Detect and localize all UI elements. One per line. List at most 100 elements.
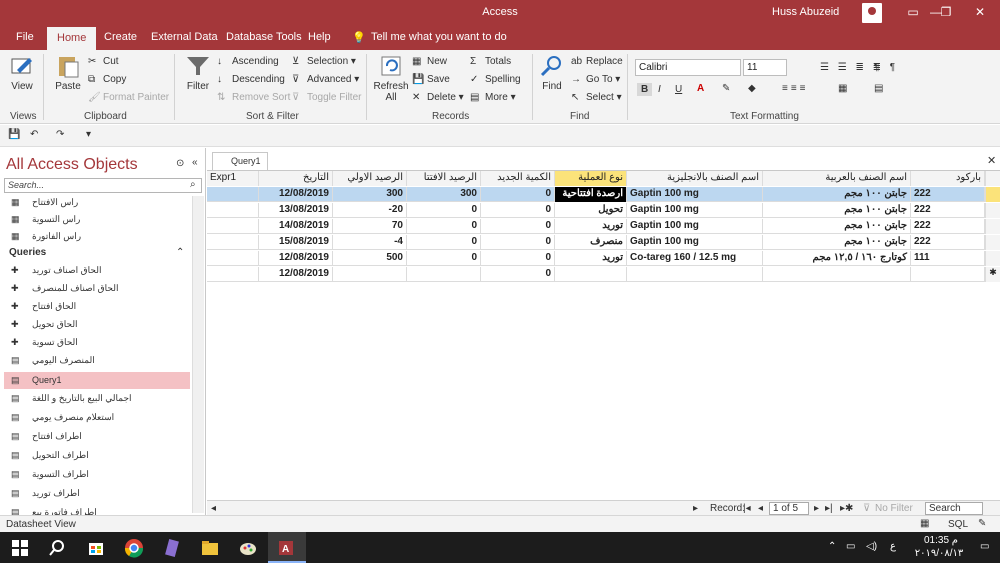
refresh-all-button[interactable]: Refresh All [373,54,409,103]
nav-query-item[interactable]: ▤ اطراف توريد [4,485,190,502]
cell-new-quantity[interactable]: 0 [481,251,555,266]
record-number-input[interactable]: 1 of 5 [769,502,809,515]
record-selector[interactable] [985,203,1000,218]
underline-button[interactable]: U [675,84,682,95]
undo-icon[interactable]: ↶ [30,129,38,140]
bold-button[interactable]: B [637,83,653,96]
nav-query-item[interactable]: ▤ اطراف افتتاح [4,428,190,445]
select-button[interactable]: ↖ Select ▾ [571,92,622,103]
nav-query-item[interactable]: ▤ اطراف التسوية [4,466,190,483]
network-icon[interactable]: ▭ [846,541,855,552]
search-icon[interactable] [47,538,67,558]
scroll-right-icon[interactable]: ▸ [693,503,698,514]
cell-item-name-en[interactable]: Gaptin 100 mg [627,219,763,234]
collapse-nav-icon[interactable]: « [192,157,198,168]
no-filter-button[interactable]: No Filter [875,503,913,514]
cell-barcode[interactable]: 222 [911,203,985,218]
column-header-opening-stock[interactable]: الرصيد الافتتا [407,171,481,186]
advanced-button[interactable]: ⊽ Advanced ▾ [292,74,359,85]
fill-color-icon[interactable]: ◆ [748,83,756,94]
previous-record-icon[interactable]: ◂ [758,503,763,514]
paste-button[interactable]: Paste [52,54,84,92]
column-header-barcode[interactable]: باركود [911,171,985,186]
app-icon[interactable] [162,538,182,558]
cell-new-quantity[interactable]: 0 [481,267,555,282]
selection-button[interactable]: ⊻ Selection ▾ [292,56,356,67]
ascending-button[interactable]: ↓ Ascending [217,56,279,67]
customize-qat-icon[interactable]: ▾ [86,129,91,140]
cell-item-name-en[interactable]: Co-tareg 160 / 12.5 mg [627,251,763,266]
sql-view-button[interactable]: SQL [948,519,968,530]
copy-button[interactable]: ⧉ Copy [88,74,126,85]
delete-button[interactable]: ✕ Delete ▾ [412,92,464,103]
nav-query-item[interactable]: ✚ الحاق تسوية [4,334,190,351]
cell-item-name-ar[interactable]: جابتن ١٠٠ مجم [763,203,911,218]
view-button[interactable]: View [6,54,38,92]
spelling-button[interactable]: ✓ Spelling [470,74,521,85]
nav-query-item[interactable]: ▤ اطراف التحويل [4,447,190,464]
cell-date[interactable]: 12/08/2019 [259,187,333,202]
save-icon[interactable]: 💾 [8,129,20,140]
nav-menu-icon[interactable]: ⊙ [176,158,184,169]
font-name-select[interactable]: Calibri [635,59,741,76]
cell-opening-balance[interactable]: -4 [333,235,407,250]
cell-barcode[interactable]: 222 [911,187,985,202]
user-name[interactable]: Huss Abuzeid [772,6,839,18]
alternate-row-color-icon[interactable]: ▤ [874,83,883,94]
cell-opening-balance[interactable]: 500 [333,251,407,266]
file-explorer-icon[interactable] [200,538,220,558]
more-button[interactable]: ▤ More ▾ [470,92,516,103]
nav-query-item[interactable]: ✚ الحاق اصناف للمنصرف [4,280,190,297]
font-size-select[interactable]: 11 [743,59,787,76]
column-header-new-quantity[interactable]: الكمية الجديد [481,171,555,186]
nav-query-item[interactable]: ▤ اجمالي البيع بالتاريخ و اللغة [4,390,190,407]
table-row[interactable]: 12/08/2019 500 0 0 توريد Co-tareg 160 / 12.5 … [207,251,1000,266]
cell-opening-balance[interactable]: -20 [333,203,407,218]
chrome-icon[interactable] [124,538,144,558]
clock-time[interactable]: 01:35 م [912,535,970,546]
nav-query-item[interactable]: ▤ اطراف فاتورة بيع [4,504,190,515]
nav-query-item[interactable]: ✚ الحاق افتتاح [4,298,190,315]
tab-home[interactable]: Home [47,27,97,50]
nav-query-item-selected[interactable]: ▤ Query1 [4,372,190,389]
cell-item-name-en[interactable]: Gaptin 100 mg [627,235,763,250]
font-color-icon[interactable]: A [697,83,704,94]
cell-operation-type[interactable]: تحويل [555,203,627,218]
text-direction-icon[interactable]: ¶ [874,62,879,73]
cell-date[interactable]: 14/08/2019 [259,219,333,234]
volume-icon[interactable]: ◁) [866,541,877,552]
lightbulb-icon[interactable]: 💡 [352,31,366,44]
descending-button[interactable]: ↓ Descending [217,74,285,85]
avatar[interactable] [862,3,882,23]
cell-barcode[interactable] [911,267,985,282]
tab-database-tools[interactable]: Database Tools [226,31,302,43]
cell-item-name-ar[interactable]: كوتارج ١٦٠ / ١٢,٥ مجم [763,251,911,266]
nav-query-item[interactable]: ✚ الحاق تحويل [4,316,190,333]
scroll-left-icon[interactable]: ◂ [211,503,216,514]
show-hidden-icons[interactable]: ⌃ [828,541,836,552]
current-record-selector[interactable] [985,187,1000,202]
queries-group-header[interactable]: Queries [9,247,46,258]
cell-opening-stock[interactable] [407,267,481,282]
column-header-date[interactable]: التاريخ [259,171,333,186]
new-record-selector[interactable]: ✱ [985,267,1000,282]
search-records-input[interactable]: Search [925,502,983,515]
column-header-item-name-ar[interactable]: اسم الصنف بالعربية [763,171,911,186]
cell-opening-stock[interactable]: 0 [407,203,481,218]
totals-button[interactable]: Σ Totals [470,56,511,67]
access-taskbar-button[interactable]: A [268,532,306,563]
highlight-icon[interactable]: ✎ [722,83,730,94]
cell-item-name-ar[interactable]: جابتن ١٠٠ مجم [763,187,911,202]
cell-item-name-en[interactable] [627,267,763,282]
cell-operation-type[interactable]: منصرف [555,235,627,250]
cell-expr1[interactable] [207,235,259,250]
next-record-icon[interactable]: ▸ [814,503,819,514]
cell-item-name-en[interactable]: Gaptin 100 mg [627,203,763,218]
align-icons[interactable]: ≡≡≡ [782,83,809,94]
cell-new-quantity[interactable]: 0 [481,187,555,202]
clock-date[interactable]: ٢٠١٩/٠٨/١٣ [908,548,970,559]
nav-header[interactable]: All Access Objects [6,156,138,174]
tab-create[interactable]: Create [104,31,137,43]
column-header-expr1[interactable]: Expr1 [207,171,259,186]
select-all-corner[interactable] [985,171,1000,186]
